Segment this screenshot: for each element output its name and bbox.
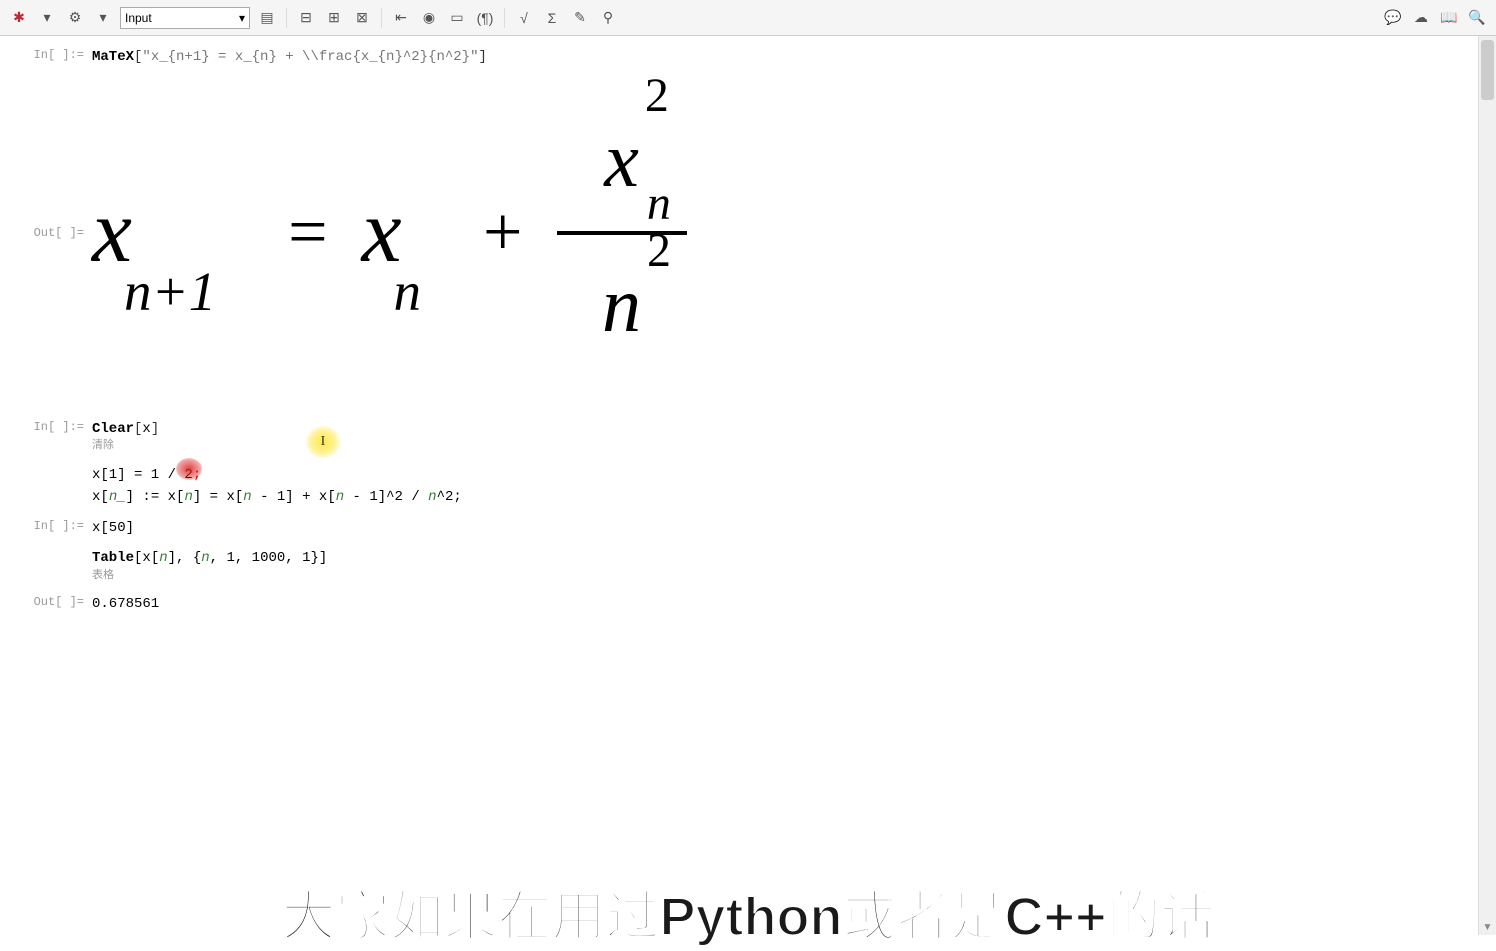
cell-group-icon[interactable]: ⊟ [295,7,317,29]
fraction-icon[interactable]: √ [513,7,535,29]
input-cell-1[interactable]: In[ ]:= MaTeX["x_{n+1} = x_{n} + \\frac{… [8,46,1466,68]
output-cell-2: Out[ ]= 0.678561 [8,593,1466,615]
output-cell-1: Out[ ]= xn+1 = xn + x 2 n [8,78,1466,388]
indent-icon[interactable]: ◉ [418,7,440,29]
documentation-icon[interactable]: 📖 [1438,7,1460,29]
function-name: Clear [92,421,134,437]
vertical-scrollbar[interactable]: ▲ ▼ [1478,36,1496,935]
in-label: In[ ]:= [8,46,92,62]
in-label: In[ ]:= [8,517,92,533]
toolbar: ✱ ▾ ⚙ ▾ Input ▾ ▤ ⊟ ⊞ ⊠ ⇤ ◉ ▭ (¶) √ Σ ✎ … [0,0,1496,36]
function-name: MaTeX [92,49,134,65]
format-text-icon[interactable]: (¶) [474,7,496,29]
function-name: Table [92,550,134,566]
function-annotation: 清除 [92,438,1466,456]
code-expression: x[50] [92,520,134,536]
out-label: Out[ ]= [8,593,92,609]
input-cell-3[interactable]: In[ ]:= x[50] [8,517,1466,539]
dropdown-arrow-icon[interactable]: ▾ [92,7,114,29]
sigma-icon[interactable]: Σ [541,7,563,29]
settings-icon[interactable]: ⚙ [64,7,86,29]
latex-formula: xn+1 = xn + x 2 n [92,98,1466,368]
link-icon[interactable]: ⚲ [597,7,619,29]
in-label: In[ ]:= [8,418,92,434]
code-expression: x[1] = 1 / 2 [92,467,193,483]
format-dropdown[interactable]: Input ▾ [120,7,250,29]
input-cell-2[interactable]: In[ ]:= Clear[x] 清除 x[1] = 1 / 2; x[n_] … [8,418,1466,509]
scroll-down-icon[interactable]: ▼ [1479,919,1496,935]
search-icon[interactable]: 🔍 [1466,7,1488,29]
output-value: 0.678561 [92,596,159,612]
chat-icon[interactable]: 💬 [1382,7,1404,29]
function-annotation: 表格 [92,568,1466,586]
cell-properties-icon[interactable]: ⊠ [351,7,373,29]
notebook-area[interactable]: In[ ]:= MaTeX["x_{n+1} = x_{n} + \\frac{… [0,36,1496,935]
chevron-down-icon: ▾ [239,11,245,25]
cell-ungroup-icon[interactable]: ⊞ [323,7,345,29]
outdent-icon[interactable]: ⇤ [390,7,412,29]
paragraph-icon[interactable]: ▤ [256,7,278,29]
mathematica-logo-icon[interactable]: ✱ [8,7,30,29]
cloud-upload-icon[interactable]: ☁ [1410,7,1432,29]
dropdown-arrow-icon[interactable]: ▾ [36,7,58,29]
input-cell-4[interactable]: Table[x[n], {n, 1, 1000, 1}] 表格 [8,547,1466,585]
string-literal: "x_{n+1} = x_{n} + \\frac{x_{n}^2}{n^2}" [142,49,478,65]
out-label: Out[ ]= [8,226,92,240]
format-dropdown-label: Input [125,11,152,25]
scrollbar-thumb[interactable] [1481,40,1494,100]
brackets-icon[interactable]: ▭ [446,7,468,29]
wand-icon[interactable]: ✎ [569,7,591,29]
